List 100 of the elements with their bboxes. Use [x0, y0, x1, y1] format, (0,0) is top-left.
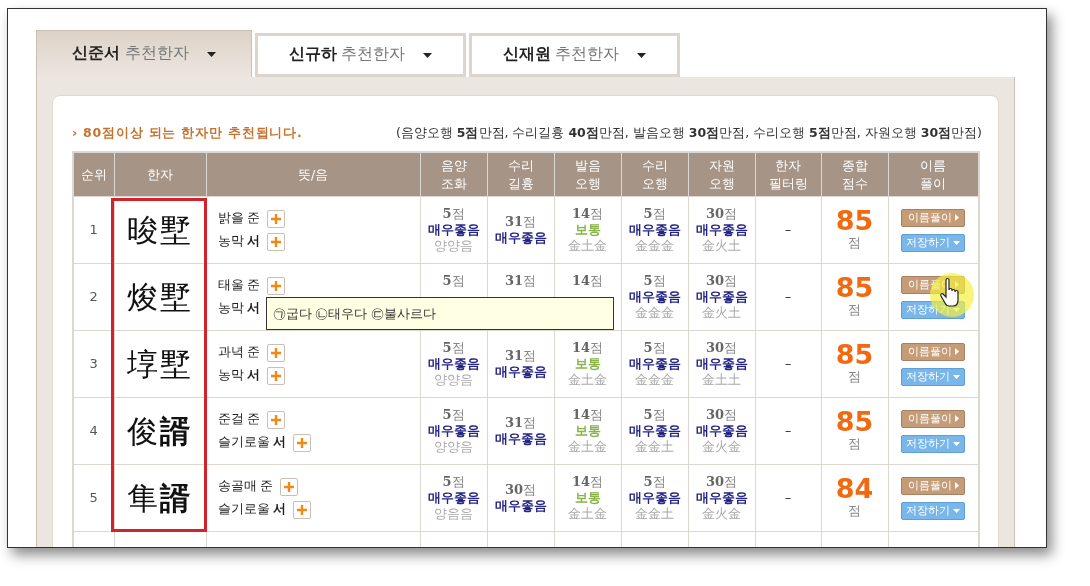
caret-icon	[423, 52, 433, 58]
interpret-button[interactable]: 이름풀이	[901, 476, 966, 495]
grade-text: 보통	[573, 221, 602, 239]
element-text: 金金金	[634, 305, 675, 322]
filter-text: –	[784, 221, 792, 237]
add-button[interactable]	[267, 276, 286, 295]
grade-text: 매우좋음	[426, 221, 481, 239]
name-tab[interactable]: 신규하 추천한자	[255, 33, 466, 77]
score-text: 5점	[642, 340, 667, 356]
interpret-button[interactable]: 이름풀이	[901, 342, 966, 361]
interpret-button[interactable]: 이름풀이	[901, 409, 966, 428]
score-text: 14점	[570, 474, 605, 490]
score-text: 31점	[503, 415, 538, 431]
element-text: 양양음	[433, 238, 474, 255]
plus-icon	[270, 235, 283, 248]
add-button[interactable]	[267, 209, 286, 228]
hanja-text: 焌墅	[127, 279, 193, 315]
add-button[interactable]	[280, 477, 299, 496]
grade-text: 매우좋음	[694, 288, 749, 306]
element-text: 양음음	[433, 506, 474, 523]
notice-text: › 80점이상 되는 한자만 추천됩니다.	[72, 124, 303, 142]
grade-text: 보통	[573, 355, 602, 373]
score-text: 5점	[642, 474, 667, 490]
hanja-text: 俊諝	[127, 413, 193, 449]
score-text: 30점	[704, 407, 739, 423]
score-unit: 점	[847, 368, 862, 387]
add-button[interactable]	[267, 410, 286, 429]
grade-text: 매우좋음	[627, 355, 682, 373]
element-text: 金金土	[634, 506, 675, 523]
column-header: 이름 풀이	[888, 151, 979, 197]
total-score: 85	[834, 274, 875, 302]
caret-icon	[953, 441, 961, 446]
score-text: 5점	[441, 206, 466, 222]
filter-text: –	[784, 355, 792, 371]
save-button[interactable]: 저장하기	[901, 233, 966, 252]
column-header: 발음 오행	[554, 151, 621, 197]
column-header: 뜻/음	[206, 151, 420, 197]
total-score: 85	[834, 207, 875, 235]
score-text: 30점	[503, 482, 538, 498]
score-unit: 점	[847, 301, 862, 320]
grade-text: 매우좋음	[627, 221, 682, 239]
grade-text: 매우좋음	[493, 229, 548, 247]
plus-icon	[270, 413, 283, 426]
save-button[interactable]: 저장하기	[901, 434, 966, 453]
element-text: 金火土	[701, 238, 742, 255]
grade-text: 매우좋음	[426, 355, 481, 373]
caret-icon	[206, 51, 216, 57]
rank-text: 3	[89, 356, 98, 372]
add-button[interactable]	[267, 366, 286, 385]
column-header: 순위	[73, 151, 114, 197]
plus-icon	[270, 212, 283, 225]
element-text: 金火土	[701, 305, 742, 322]
score-text: 30점	[704, 206, 739, 222]
element-text: 金金金	[634, 372, 675, 389]
total-score: 85	[834, 408, 875, 436]
plus-icon	[270, 346, 283, 359]
element-text: 金土金	[567, 238, 608, 255]
element-text: 金火金	[701, 439, 742, 456]
score-text: 5점	[642, 407, 667, 423]
add-button[interactable]	[293, 500, 312, 519]
save-button[interactable]: 저장하기	[901, 501, 966, 520]
meaning-text: 밝을 준	[217, 209, 261, 228]
grade-text: 매우좋음	[493, 497, 548, 515]
score-legend: (음양오행 5점만점, 수리길흉 40점만점, 발음오행 30점만점, 수리오행 5점만점, 자원오행 30점만점)	[395, 124, 982, 143]
grade-text: 매우좋음	[694, 422, 749, 440]
add-button[interactable]	[293, 433, 312, 452]
element-text: 金土金	[567, 372, 608, 389]
rank-text: 2	[89, 289, 98, 305]
column-header: 음양 조화	[420, 151, 487, 197]
element-text: 金土土	[701, 372, 742, 389]
score-unit: 점	[847, 502, 862, 521]
name-tab[interactable]: 신재원 추천한자	[469, 33, 680, 77]
add-button[interactable]	[267, 343, 286, 362]
filter-text: –	[784, 489, 792, 505]
tooltip: ㉠굽다 ㉡태우다 ㉢불사르다	[265, 297, 614, 331]
score-text: 31점	[503, 348, 538, 364]
score-text: 14점	[570, 407, 605, 423]
plus-icon	[296, 503, 309, 516]
name-tab[interactable]: 신준서 추천한자	[36, 30, 252, 77]
score-text: 5점	[441, 273, 466, 290]
total-score: 85	[834, 341, 875, 369]
save-button[interactable]: 저장하기	[901, 367, 966, 386]
score-text: 30점	[704, 474, 739, 490]
arrow-icon	[954, 348, 959, 356]
element-text: 金土金	[567, 506, 608, 523]
total-score: 84	[834, 475, 875, 503]
rank-text: 4	[89, 423, 98, 439]
hanja-text: 隼諝	[127, 480, 193, 516]
caret-icon	[953, 374, 961, 379]
grade-text: 매우좋음	[426, 489, 481, 507]
rank-text: 5	[89, 490, 98, 506]
score-unit: 점	[847, 234, 862, 253]
add-button[interactable]	[267, 232, 286, 251]
score-text: 5점	[642, 273, 667, 289]
grade-text: 매우좋음	[694, 355, 749, 373]
interpret-button[interactable]: 이름풀이	[901, 208, 966, 227]
caret-icon	[637, 52, 647, 58]
column-header: 종합 점수	[821, 151, 888, 197]
meaning-text: 슬기로울 서	[217, 500, 287, 519]
element-text: 金火金	[701, 506, 742, 523]
